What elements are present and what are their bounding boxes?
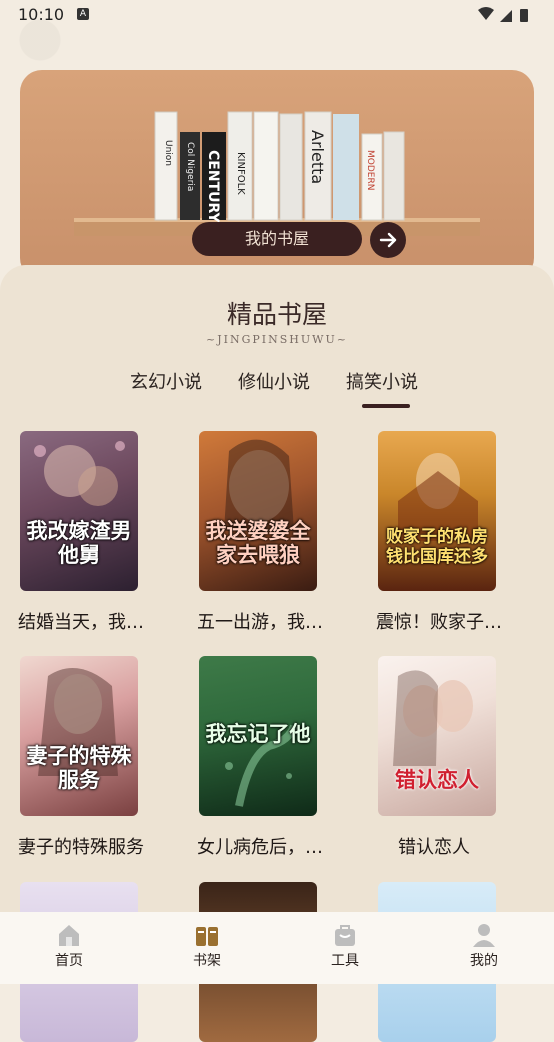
book-cover[interactable]: 错认恋人 xyxy=(378,656,496,816)
nav-bookshelf[interactable]: 书架 xyxy=(172,922,242,970)
book-card[interactable]: 我改嫁渣男他舅 结婚当天，我… xyxy=(18,431,144,633)
cover-title: 我忘记了他 xyxy=(205,721,311,746)
book-cover[interactable]: 我忘记了他 xyxy=(199,656,317,816)
status-time: 10:10 xyxy=(18,5,65,24)
hero-banner: Union Col Nigeria CENTURY KINFOLK Arlett… xyxy=(20,70,534,280)
book-card[interactable]: 我送婆婆全家去喂狼 五一出游，我… xyxy=(197,431,323,633)
book-title[interactable]: 结婚当天，我… xyxy=(18,608,168,634)
svg-text:Union: Union xyxy=(163,140,173,166)
book-card[interactable]: 我忘记了他 女儿病危后，… xyxy=(197,656,323,858)
bookshelf-icon xyxy=(196,927,218,946)
home-icon xyxy=(59,925,79,946)
signal-icon xyxy=(500,10,512,22)
section-subtitle: ~JINGPINSHUWU~ xyxy=(206,333,348,346)
bottom-navigation: 首页 书架 工具 我的 xyxy=(0,912,554,984)
nav-tools[interactable]: 工具 xyxy=(310,922,380,970)
cover-title: 妻子的特殊服务 xyxy=(26,743,132,792)
profile-icon xyxy=(473,924,495,947)
content-panel: 精品书屋 ~JINGPINSHUWU~ 玄幻小说 修仙小说 搞笑小说 我改嫁渣男… xyxy=(0,265,554,1042)
tab-xiuxian[interactable]: 修仙小说 xyxy=(238,368,310,394)
go-shelf-button[interactable] xyxy=(370,222,406,258)
my-shelf-button[interactable]: 我的书屋 xyxy=(192,222,362,256)
battery-icon xyxy=(520,9,528,22)
book-title[interactable]: 五一出游，我… xyxy=(197,608,347,634)
wifi-icon xyxy=(478,7,494,20)
tab-gaoxiao[interactable]: 搞笑小说 xyxy=(346,368,418,394)
tab-xuanhuan[interactable]: 玄幻小说 xyxy=(130,368,202,394)
status-bar: 10:10 A xyxy=(0,0,554,30)
book-cover[interactable]: 妻子的特殊服务 xyxy=(20,656,138,816)
book-cover[interactable]: 我送婆婆全家去喂狼 xyxy=(199,431,317,591)
cover-title: 我送婆婆全家去喂狼 xyxy=(205,518,311,567)
nav-profile[interactable]: 我的 xyxy=(449,922,519,970)
nav-profile-label: 我的 xyxy=(470,953,498,969)
book-card[interactable]: 错认恋人 错认恋人 xyxy=(378,656,498,858)
svg-text:CENTURY: CENTURY xyxy=(205,150,221,223)
book-card[interactable]: 妻子的特殊服务 妻子的特殊服务 xyxy=(18,656,144,858)
svg-text:MODERN: MODERN xyxy=(365,150,375,190)
status-icons xyxy=(478,7,528,22)
nav-tools-label: 工具 xyxy=(331,953,359,969)
book-title[interactable]: 错认恋人 xyxy=(398,833,548,859)
book-title[interactable]: 女儿病危后，… xyxy=(197,833,347,859)
svg-text:Col Nigeria: Col Nigeria xyxy=(185,142,195,191)
nav-home-label: 首页 xyxy=(55,953,83,969)
book-title[interactable]: 震惊！败家子… xyxy=(376,608,526,634)
book-cover[interactable]: 败家子的私房钱比国库还多 xyxy=(378,431,496,591)
section-title: 精品书屋 xyxy=(226,300,327,329)
svg-text:Arletta: Arletta xyxy=(308,130,327,184)
cover-title: 败家子的私房钱比国库还多 xyxy=(386,527,488,567)
toolbox-icon xyxy=(335,925,355,946)
book-cover[interactable]: 我改嫁渣男他舅 xyxy=(20,431,138,591)
cover-title: 错认恋人 xyxy=(395,767,479,792)
nav-bookshelf-label: 书架 xyxy=(193,953,221,969)
arrow-right-icon xyxy=(379,232,397,248)
nav-home[interactable]: 首页 xyxy=(34,922,104,970)
cover-title: 我改嫁渣男他舅 xyxy=(26,518,132,567)
book-card[interactable]: 败家子的私房钱比国库还多 震惊！败家子… xyxy=(376,431,502,633)
notification-a-icon: A xyxy=(77,8,89,20)
book-title[interactable]: 妻子的特殊服务 xyxy=(18,833,168,859)
svg-text:KINFOLK: KINFOLK xyxy=(235,152,246,195)
active-tab-indicator xyxy=(362,404,410,408)
